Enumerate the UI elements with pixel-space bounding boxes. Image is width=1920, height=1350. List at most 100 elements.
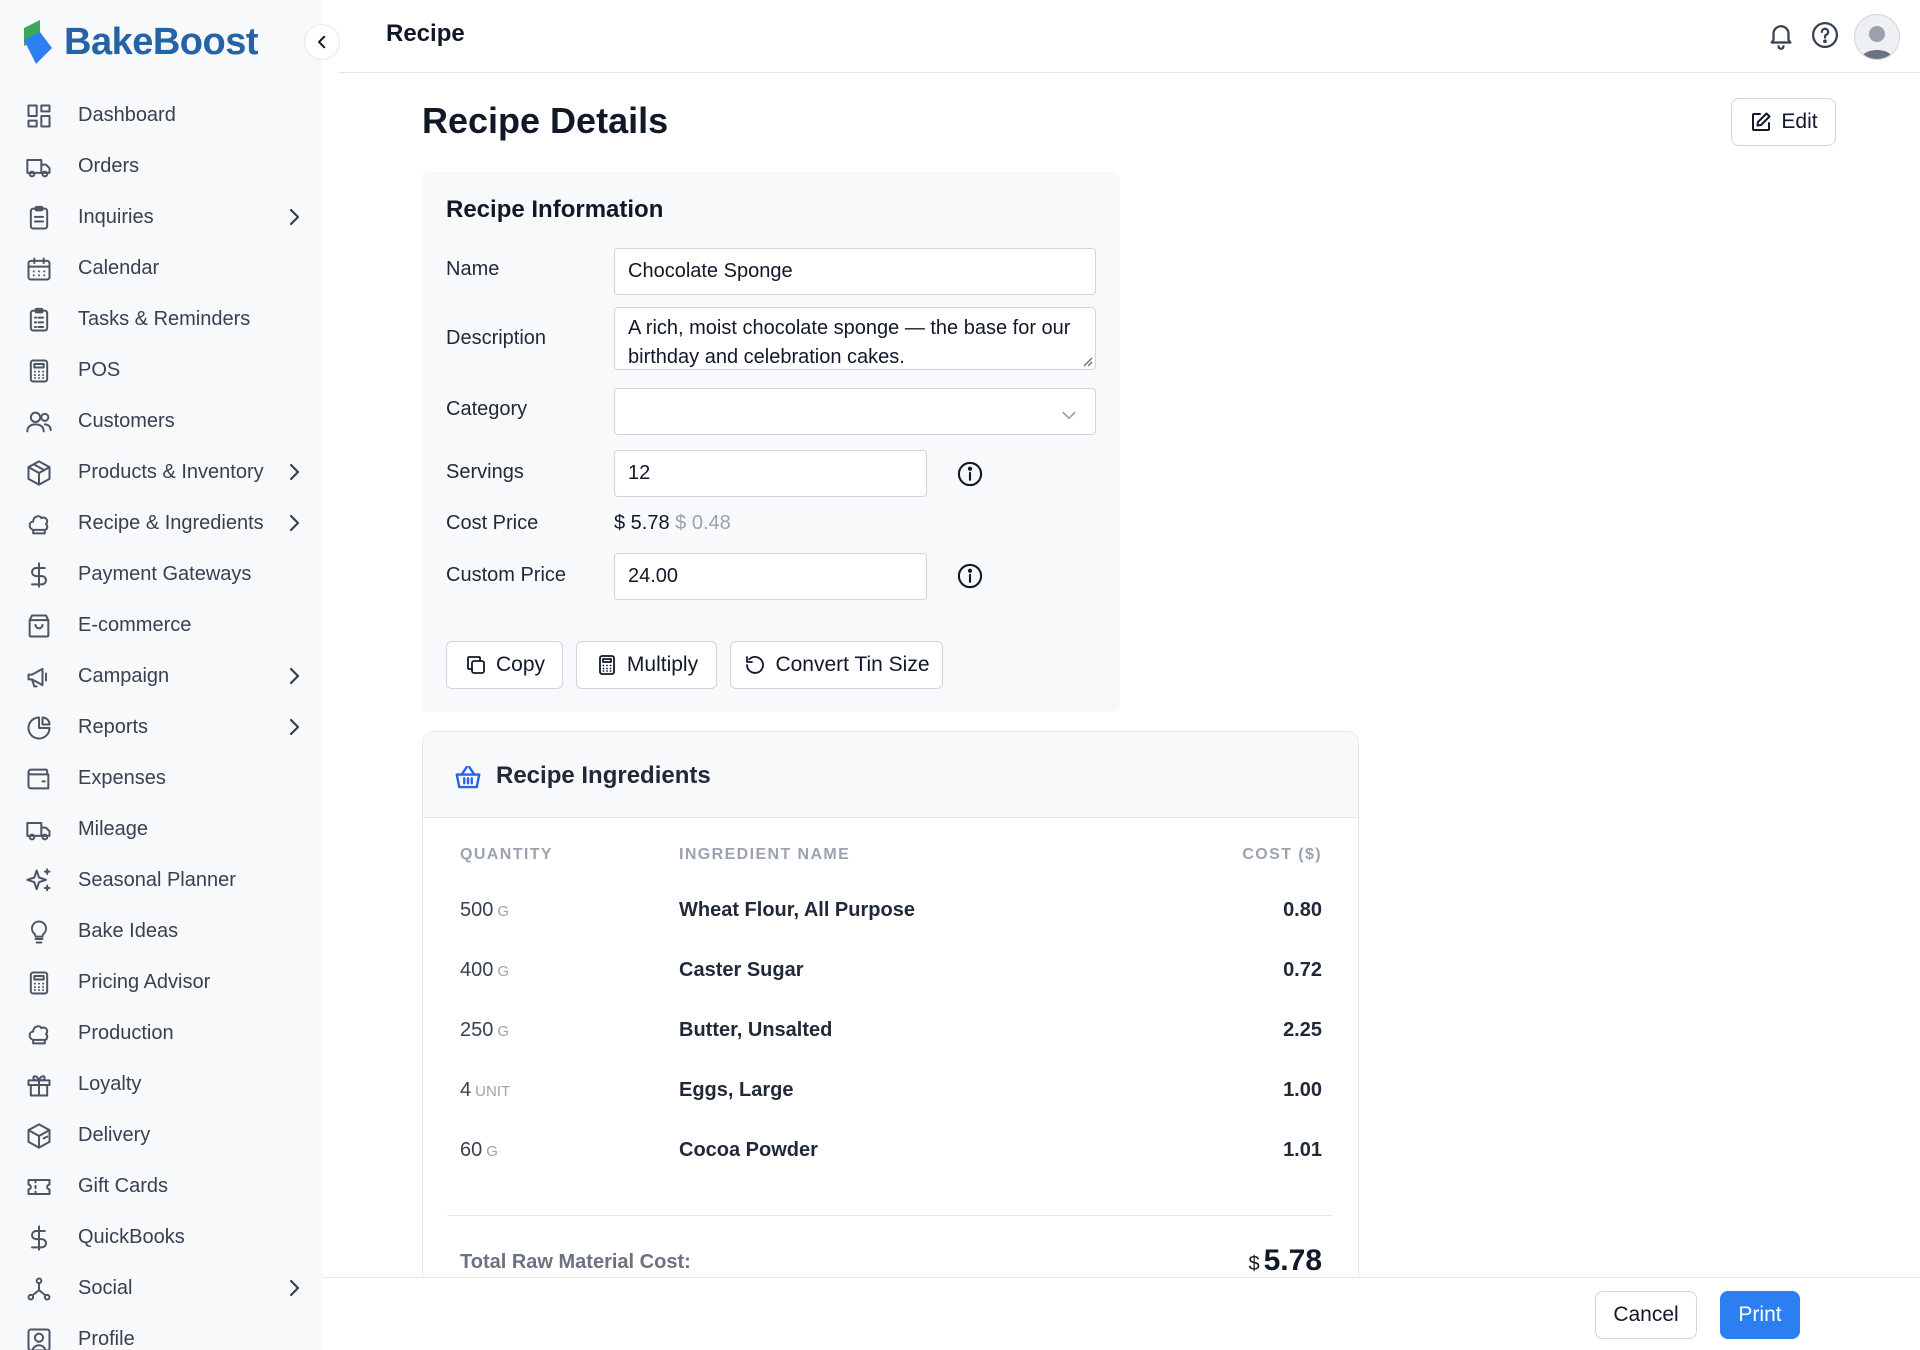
table-row[interactable]: 400 g Caster Sugar 0.72 <box>423 959 1358 1019</box>
sidebar-item-dashboard[interactable]: Dashboard <box>0 90 322 141</box>
sidebar-item-label: Reports <box>78 716 149 738</box>
avatar[interactable] <box>1854 14 1900 60</box>
multiply-button[interactable]: Multiply <box>576 641 717 689</box>
truck-icon <box>24 815 54 845</box>
sidebar-item-products[interactable]: Products & Inventory <box>0 447 322 498</box>
bell-icon[interactable] <box>1766 20 1796 55</box>
ingredient-cost: 2.25 <box>1283 1019 1322 1041</box>
quantity-value: 500 <box>460 899 494 921</box>
cancel-button[interactable]: Cancel <box>1595 1291 1697 1339</box>
sidebar: BakeBoost Dashboard Orders Inquiries Calend… <box>0 0 322 1350</box>
box-icon <box>24 458 54 488</box>
sidebar-item-payments[interactable]: Payment Gateways <box>0 549 322 600</box>
sidebar-item-seasonal[interactable]: Seasonal Planner <box>0 855 322 906</box>
chevron-down-icon <box>1059 405 1079 425</box>
pie-chart-icon <box>24 713 54 743</box>
chevron-right-icon[interactable] <box>282 460 306 484</box>
custom-price-info-icon[interactable] <box>956 562 984 590</box>
ingredients-title: Recipe Ingredients <box>496 762 711 789</box>
megaphone-icon <box>24 662 54 692</box>
servings-input[interactable]: 12 <box>614 450 927 497</box>
sidebar-item-label: Pricing Advisor <box>78 971 211 993</box>
convert-tin-size-button[interactable]: Convert Tin Size <box>730 641 943 689</box>
sidebar-item-giftcards[interactable]: Gift Cards <box>0 1161 322 1212</box>
convert-tin-size-label: Convert Tin Size <box>775 653 930 676</box>
quantity-unit: g <box>497 903 510 920</box>
sidebar-item-inquiries[interactable]: Inquiries <box>0 192 322 243</box>
sidebar-item-tasks[interactable]: Tasks & Reminders <box>0 294 322 345</box>
ingredients-divider <box>447 1215 1333 1216</box>
sparkles-icon <box>24 866 54 896</box>
chef-hat-icon <box>24 509 54 539</box>
sidebar-item-label: Delivery <box>78 1124 151 1146</box>
recipe-information-title: Recipe Information <box>446 196 664 223</box>
quantity-unit: g <box>497 963 510 980</box>
sidebar-item-label: Tasks & Reminders <box>78 308 251 330</box>
sidebar-item-social[interactable]: Social <box>0 1263 322 1314</box>
copy-button[interactable]: Copy <box>446 641 563 689</box>
user-avatar-icon <box>1861 26 1893 59</box>
sidebar-item-label: Products & Inventory <box>78 461 264 483</box>
table-row[interactable]: 500 g Wheat Flour, All Purpose 0.80 <box>423 899 1358 959</box>
sidebar-item-production[interactable]: Production <box>0 1008 322 1059</box>
sidebar-item-quickbooks[interactable]: QuickBooks <box>0 1212 322 1263</box>
shopping-bag-icon <box>24 611 54 641</box>
resize-grip-icon[interactable] <box>1081 355 1093 367</box>
table-row[interactable]: 60 g Cocoa Powder 1.01 <box>423 1139 1358 1199</box>
column-header-quantity: QUANTITY <box>460 846 553 863</box>
table-row[interactable]: 4 unit Eggs, Large 1.00 <box>423 1079 1358 1139</box>
ingredient-cost: 0.72 <box>1283 959 1322 981</box>
custom-price-input-value: 24.00 <box>628 565 679 587</box>
chevron-right-icon[interactable] <box>282 664 306 688</box>
dollar-icon <box>24 560 54 590</box>
sidebar-item-delivery[interactable]: Delivery <box>0 1110 322 1161</box>
help-icon[interactable] <box>1810 20 1840 55</box>
copy-icon <box>467 656 485 674</box>
sidebar-item-expenses[interactable]: Expenses <box>0 753 322 804</box>
ingredients-header: Recipe Ingredients <box>423 732 1358 818</box>
custom-price-input[interactable]: 24.00 <box>614 553 927 600</box>
sidebar-item-pricing[interactable]: Pricing Advisor <box>0 957 322 1008</box>
sidebar-item-pos[interactable]: POS <box>0 345 322 396</box>
sidebar-item-profile[interactable]: Profile <box>0 1314 322 1350</box>
sidebar-item-reports[interactable]: Reports <box>0 702 322 753</box>
edit-button[interactable]: Edit <box>1731 98 1836 146</box>
chevron-right-icon[interactable] <box>282 511 306 535</box>
chef-hat-icon <box>24 1019 54 1049</box>
sidebar-item-calendar[interactable]: Calendar <box>0 243 322 294</box>
sidebar-item-mileage[interactable]: Mileage <box>0 804 322 855</box>
sidebar-item-orders[interactable]: Orders <box>0 141 322 192</box>
sidebar-item-campaign[interactable]: Campaign <box>0 651 322 702</box>
sidebar-item-customers[interactable]: Customers <box>0 396 322 447</box>
category-select[interactable] <box>614 388 1096 435</box>
sidebar-item-label: Expenses <box>78 767 166 789</box>
sidebar-item-ideas[interactable]: Bake Ideas <box>0 906 322 957</box>
grid-icon <box>24 101 54 131</box>
total-raw-material-cost-value: $5.78 <box>1248 1244 1322 1278</box>
sidebar-item-label: Customers <box>78 410 175 432</box>
lightbulb-icon <box>24 917 54 947</box>
sidebar-item-label: Payment Gateways <box>78 563 252 585</box>
sidebar-collapse-button[interactable] <box>304 24 340 60</box>
brand-logo[interactable]: BakeBoost <box>22 16 259 68</box>
sidebar-nav: Dashboard Orders Inquiries Calendar Tasks & … <box>0 90 322 1350</box>
name-input[interactable]: Chocolate Sponge <box>614 248 1096 295</box>
recipe-information-card: Recipe Information Name Chocolate Sponge… <box>422 172 1120 712</box>
column-header-cost: COST ($) <box>1242 846 1322 863</box>
description-label: Description <box>446 327 547 349</box>
description-textarea[interactable]: A rich, moist chocolate sponge — the bas… <box>614 307 1096 370</box>
sidebar-item-label: Seasonal Planner <box>78 869 236 891</box>
ingredient-cost: 1.00 <box>1283 1079 1322 1101</box>
chevron-right-icon[interactable] <box>282 205 306 229</box>
sidebar-item-ecommerce[interactable]: E-commerce <box>0 600 322 651</box>
print-button[interactable]: Print <box>1720 1291 1800 1339</box>
sidebar-item-recipes[interactable]: Recipe & Ingredients <box>0 498 322 549</box>
user-square-icon <box>24 1325 54 1350</box>
chevron-right-icon[interactable] <box>282 715 306 739</box>
chevron-right-icon[interactable] <box>282 1276 306 1300</box>
table-row[interactable]: 250 g Butter, Unsalted 2.25 <box>423 1019 1358 1079</box>
servings-info-icon[interactable] <box>956 460 984 488</box>
ingredient-quantity: 250 g <box>460 1019 509 1042</box>
sidebar-item-label: Bake Ideas <box>78 920 179 942</box>
sidebar-item-loyalty[interactable]: Loyalty <box>0 1059 322 1110</box>
